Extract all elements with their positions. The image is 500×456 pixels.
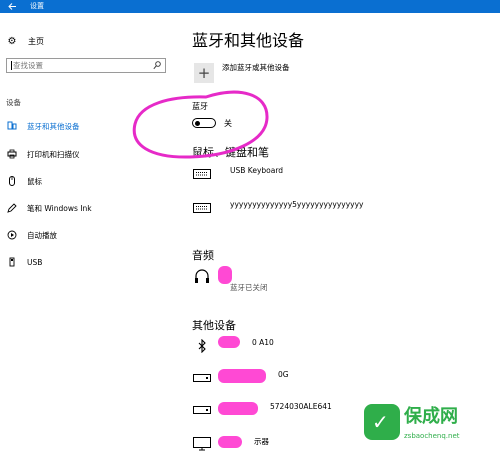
gear-icon: ⚙ xyxy=(7,35,17,47)
usb-icon xyxy=(7,257,17,267)
sidebar-item-label: USB xyxy=(27,257,43,267)
sidebar-home[interactable]: ⚙ 主页 xyxy=(6,33,44,49)
drive-icon xyxy=(192,368,212,388)
section-mouse-keyboard-pen: 鼠标、键盘和笔 xyxy=(192,146,269,159)
sidebar-item-mouse[interactable]: 鼠标 xyxy=(0,172,180,190)
device-item[interactable]: 蓝牙已关闭 xyxy=(192,267,492,293)
sidebar-item-label: 鼠标 xyxy=(27,176,42,186)
bluetooth-devices-icon xyxy=(7,121,17,131)
device-status: 蓝牙已关闭 xyxy=(230,283,268,292)
search-icon[interactable] xyxy=(153,61,161,70)
watermark-brand: 保成网 xyxy=(404,406,458,427)
sidebar-item-autoplay[interactable]: 自动播放 xyxy=(0,226,180,244)
add-device-button[interactable]: + xyxy=(194,63,214,83)
bluetooth-icon xyxy=(192,336,212,356)
toggle-knob xyxy=(195,120,200,126)
section-audio: 音频 xyxy=(192,249,214,262)
sidebar: ⚙ 主页 查找设置 设备 蓝牙和其他设备 打印机和扫描仪 鼠标 笔和 Windo… xyxy=(0,13,180,456)
autoplay-icon xyxy=(7,230,17,240)
monitor-icon xyxy=(192,434,212,454)
sidebar-item-label: 打印机和扫描仪 xyxy=(27,149,80,159)
device-item[interactable]: USB Keyboard xyxy=(192,164,492,184)
bluetooth-toggle[interactable] xyxy=(192,118,216,128)
watermark-url: zsbaochenq.net xyxy=(404,432,460,440)
device-name: 示器 xyxy=(254,437,269,446)
watermark-logo: ✓ 保成网 zsbaochenq.net xyxy=(364,400,492,450)
sidebar-item-label: 笔和 Windows Ink xyxy=(27,203,92,213)
device-name: yyyyyyyyyyyyyy5yyyyyyyyyyyyyyy xyxy=(230,200,364,209)
keyboard-icon xyxy=(192,164,212,184)
sidebar-item-label: 自动播放 xyxy=(27,230,57,240)
add-device-label[interactable]: 添加蓝牙或其他设备 xyxy=(222,62,290,73)
back-button[interactable] xyxy=(4,0,22,13)
redaction-mark xyxy=(218,436,242,448)
headset-icon xyxy=(192,267,212,287)
window-title: 设置 xyxy=(30,2,44,10)
sidebar-item-pen[interactable]: 笔和 Windows Ink xyxy=(0,199,180,217)
page-title: 蓝牙和其他设备 xyxy=(192,31,305,50)
home-label: 主页 xyxy=(28,36,44,46)
window-titlebar: 设置 xyxy=(0,0,500,13)
mouse-icon xyxy=(7,176,17,186)
device-item[interactable]: yyyyyyyyyyyyyy5yyyyyyyyyyyyyyy xyxy=(192,198,492,218)
redaction-mark xyxy=(218,402,258,415)
bluetooth-label: 蓝牙 xyxy=(192,102,208,111)
device-name: USB Keyboard xyxy=(230,166,284,175)
section-other-devices: 其他设备 xyxy=(192,319,236,332)
back-arrow-icon xyxy=(8,3,16,10)
keyboard-icon xyxy=(192,198,212,218)
plus-icon: + xyxy=(197,64,211,82)
device-name: 0 A10 xyxy=(252,338,274,347)
section-label-devices: 设备 xyxy=(6,98,21,107)
sidebar-item-bluetooth[interactable]: 蓝牙和其他设备 xyxy=(0,117,180,135)
search-input[interactable]: 查找设置 xyxy=(13,60,43,71)
shield-check-icon: ✓ xyxy=(364,404,400,440)
device-name: 5724030ALE641 xyxy=(270,402,332,411)
redaction-mark xyxy=(218,266,232,284)
pen-icon xyxy=(7,203,17,213)
sidebar-item-usb[interactable]: USB xyxy=(0,253,180,271)
printer-icon xyxy=(7,149,17,159)
search-box[interactable]: 查找设置 xyxy=(6,58,166,73)
sidebar-item-label: 蓝牙和其他设备 xyxy=(27,121,80,131)
text-caret xyxy=(11,61,12,70)
drive-icon xyxy=(192,400,212,420)
redaction-mark xyxy=(218,369,266,383)
sidebar-item-printers[interactable]: 打印机和扫描仪 xyxy=(0,145,180,163)
device-name: 0G xyxy=(278,370,289,379)
redaction-mark xyxy=(218,336,240,348)
main-content: 蓝牙和其他设备 + 添加蓝牙或其他设备 蓝牙 关 鼠标、键盘和笔 USB Key… xyxy=(180,13,500,456)
bluetooth-state: 关 xyxy=(224,119,232,128)
